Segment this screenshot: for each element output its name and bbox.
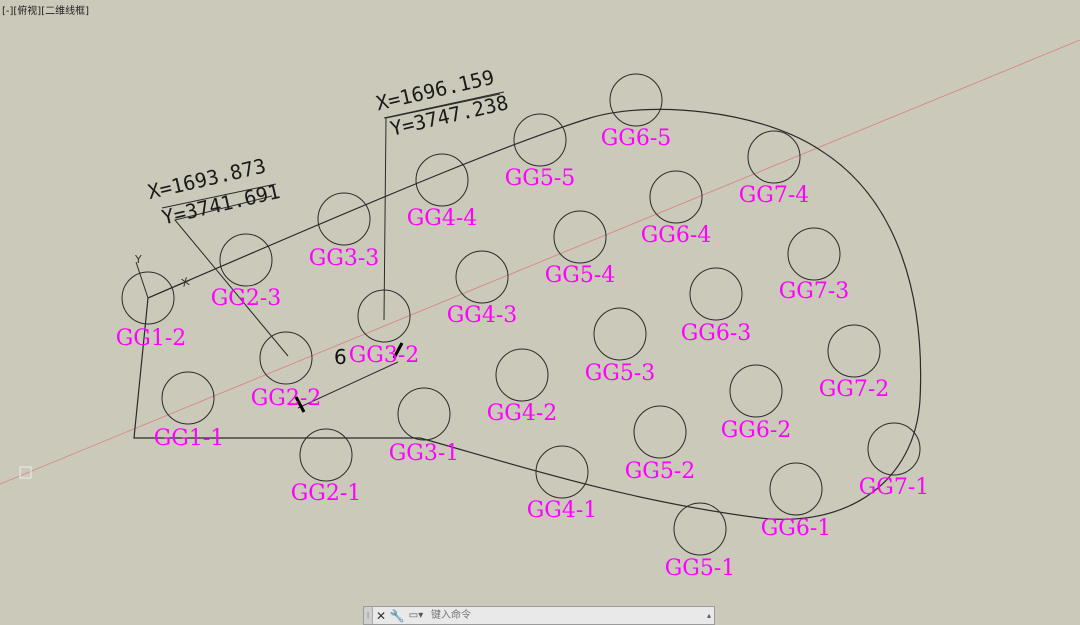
hole-label: GG4-4 [407,206,478,231]
command-bar[interactable]: ⁞ ✕ 🔧 ▭▾ ▴ [363,606,715,625]
pick-box-icon [19,466,32,479]
hole-label: GG5-2 [625,459,696,484]
hole-circle [495,348,549,402]
hole-label: GG7-4 [739,183,810,208]
hole-label: GG5-5 [505,166,576,191]
recent-commands-icon[interactable]: ▭▾ [405,610,427,621]
hole-circle [161,371,215,425]
hole-label: GG1-2 [116,326,187,351]
wrench-icon[interactable]: 🔧 [389,609,405,623]
hole-label: GG6-3 [681,321,752,346]
hole-circle [867,422,921,476]
hole-circle [787,227,841,281]
hole-circle [609,73,663,127]
hole-circle [673,502,727,556]
hole-circle [553,210,607,264]
hole-circle [827,324,881,378]
hole-circle [317,192,371,246]
hole-circle [649,170,703,224]
ucs-icon: Y X [134,253,192,299]
hole-circle [769,462,823,516]
hole-label: GG6-4 [641,223,712,248]
hole-label: GG3-1 [389,441,460,466]
hole-circle [219,233,273,287]
hole-label: GG3-3 [309,246,380,271]
hole-circle [455,250,509,304]
hole-label: GG3-2 [349,343,420,368]
hole-label: GG4-1 [527,498,598,523]
hole-circle [747,130,801,184]
scroll-up-icon[interactable]: ▴ [704,611,714,620]
ucs-y-label: Y [134,253,142,266]
hole-circle [535,445,589,499]
hole-label: GG2-1 [291,481,362,506]
hole-circle [593,307,647,361]
hole-label: GG7-1 [859,475,930,500]
drawing-canvas[interactable]: Y X 6 X=1693.873 Y=3741.691 X=1696.159 Y… [0,0,1080,625]
hole-label: GG4-3 [447,303,518,328]
hole-label: GG5-4 [545,263,616,288]
hole-circle [513,113,567,167]
close-icon[interactable]: ✕ [373,609,389,623]
hole-label: GG6-1 [761,516,832,541]
holes-layer: GG1-2 GG1-1 GG2-3 GG2-2 GG2-1 GG3-3 GG3-2 GG3-1… [116,73,930,581]
hole-circle [689,267,743,321]
command-input[interactable] [427,609,704,622]
hole-label: GG5-3 [585,361,656,386]
hole-label: GG1-1 [154,426,225,451]
grip-handle-icon[interactable]: ⁞ [364,607,373,624]
ucs-x-label: X [180,275,192,290]
hole-circle [299,428,353,482]
hole-circle [397,387,451,441]
hole-label: GG6-2 [721,418,792,443]
coord-callout-1: X=1693.873 Y=3741.691 [145,154,282,230]
hole-label: GG7-2 [819,377,890,402]
coord-callout-2: X=1696.159 Y=3747.238 [374,65,511,141]
hole-circle [633,405,687,459]
hole-label: GG2-2 [251,386,322,411]
hole-label: GG6-5 [601,126,672,151]
hole-label: GG2-3 [211,286,282,311]
hole-label: GG7-3 [779,279,850,304]
hole-circle [729,364,783,418]
hole-circle [259,331,313,385]
hole-label: GG4-2 [487,401,558,426]
hole-label: GG5-1 [665,556,736,581]
dimension-value: 6 [334,345,347,369]
